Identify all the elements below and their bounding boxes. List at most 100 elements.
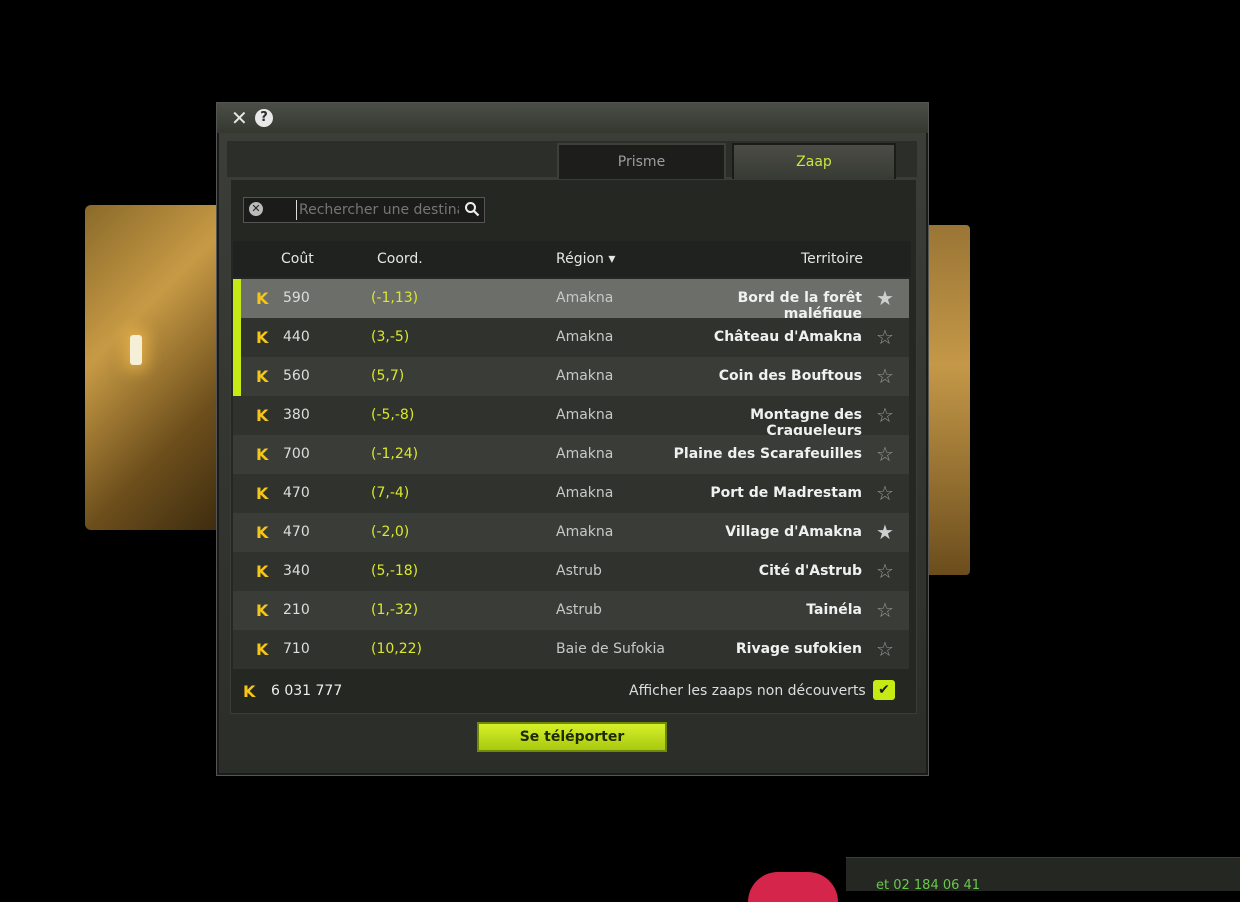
favorite-star-icon[interactable]: ☆ — [876, 639, 894, 659]
clear-search-icon[interactable]: ✕ — [249, 202, 263, 216]
favorite-star-icon[interactable]: ☆ — [876, 327, 894, 347]
region-cell: Astrub — [556, 563, 602, 579]
column-header-region[interactable]: Région ▾ — [556, 251, 615, 267]
favorite-star-icon[interactable]: ★ — [876, 288, 894, 308]
table-row[interactable]: K 210 (1,-32) Astrub Tainéla ☆ — [233, 591, 909, 630]
region-cell: Amakna — [556, 446, 614, 462]
cost-cell: 470 — [283, 485, 310, 501]
table-row[interactable]: K 710 (10,22) Baie de Sufokia Rivage sufokie… — [233, 630, 909, 669]
favorite-star-icon[interactable]: ☆ — [876, 444, 894, 464]
territory-cell: Coin des Bouftous — [718, 368, 862, 384]
coord-cell: (-1,13) — [371, 290, 419, 306]
cost-cell: 560 — [283, 368, 310, 384]
region-cell: Amakna — [556, 485, 614, 501]
background-building-left — [85, 205, 225, 530]
heart-icon — [748, 872, 838, 902]
region-cell: Amakna — [556, 329, 614, 345]
cost-cell: 470 — [283, 524, 310, 540]
row-marker — [233, 357, 241, 396]
region-cell: Baie de Sufokia — [556, 641, 665, 657]
favorite-star-icon[interactable]: ☆ — [876, 600, 894, 620]
close-icon[interactable]: ✕ — [231, 108, 248, 128]
cost-cell: 210 — [283, 602, 310, 618]
table-row[interactable]: K 700 (-1,24) Amakna Plaine des Scarafeuille… — [233, 435, 909, 474]
coord-cell: (-2,0) — [371, 524, 410, 540]
favorite-star-icon[interactable]: ☆ — [876, 405, 894, 425]
territory-cell: Tainéla — [806, 602, 862, 618]
zaap-window: ✕ ? Zaap Prisme ✕ Coût Coord. Région ▾ T… — [216, 102, 929, 776]
kamas-icon: K — [256, 367, 269, 386]
row-marker — [233, 318, 241, 357]
row-marker — [233, 279, 241, 318]
table-row[interactable]: K 470 (7,-4) Amakna Port de Madrestam ☆ — [233, 474, 909, 513]
search-box: ✕ — [243, 197, 485, 223]
search-icon[interactable] — [464, 201, 480, 217]
kamas-icon: K — [256, 406, 269, 425]
window-titlebar: ✕ ? — [217, 103, 928, 133]
favorite-star-icon[interactable]: ☆ — [876, 483, 894, 503]
cost-cell: 590 — [283, 290, 310, 306]
destination-list: K 590 (-1,13) Amakna Bord de la forêt maléfi… — [233, 279, 911, 671]
kamas-icon: K — [256, 601, 269, 620]
table-header: Coût Coord. Région ▾ Territoire — [233, 241, 911, 277]
table-row[interactable]: K 380 (-5,-8) Amakna Montagne des Craqueleur… — [233, 396, 909, 439]
column-header-territory[interactable]: Territoire — [801, 251, 863, 267]
region-cell: Amakna — [556, 368, 614, 384]
kamas-icon: K — [256, 484, 269, 503]
cost-cell: 710 — [283, 641, 310, 657]
territory-cell: Village d'Amakna — [725, 524, 862, 540]
kamas-icon: K — [256, 289, 269, 308]
kamas-icon: K — [256, 523, 269, 542]
coord-cell: (7,-4) — [371, 485, 410, 501]
coord-cell: (3,-5) — [371, 329, 410, 345]
region-cell: Amakna — [556, 290, 614, 306]
table-row[interactable]: K 590 (-1,13) Amakna Bord de la forêt maléfi… — [233, 279, 909, 322]
table-row[interactable]: K 560 (5,7) Amakna Coin des Bouftous ☆ — [233, 357, 909, 396]
territory-cell: Rivage sufokien — [735, 641, 862, 657]
search-input[interactable] — [296, 200, 461, 220]
tab-prisme[interactable]: Prisme — [557, 143, 726, 179]
territory-cell: Château d'Amakna — [713, 329, 862, 345]
coord-cell: (1,-32) — [371, 602, 419, 618]
favorite-star-icon[interactable]: ☆ — [876, 561, 894, 581]
coord-cell: (-5,-8) — [371, 407, 415, 423]
kamas-icon: K — [256, 562, 269, 581]
coord-cell: (-1,24) — [371, 446, 419, 462]
show-undiscovered-label: Afficher les zaaps non découverts — [629, 683, 866, 699]
favorite-star-icon[interactable]: ☆ — [876, 366, 894, 386]
territory-cell: Plaine des Scarafeuilles — [673, 446, 862, 462]
favorite-star-icon[interactable]: ★ — [876, 522, 894, 542]
cost-cell: 340 — [283, 563, 310, 579]
region-cell: Astrub — [556, 602, 602, 618]
coord-cell: (10,22) — [371, 641, 423, 657]
territory-cell: Port de Madrestam — [710, 485, 862, 501]
teleport-button[interactable]: Se téléporter — [477, 722, 667, 752]
coord-cell: (5,-18) — [371, 563, 419, 579]
region-cell: Amakna — [556, 407, 614, 423]
list-footer: K 6 031 777 Afficher les zaaps non décou… — [233, 675, 911, 709]
kamas-balance: 6 031 777 — [271, 683, 343, 699]
cost-cell: 440 — [283, 329, 310, 345]
table-row[interactable]: K 340 (5,-18) Astrub Cité d'Astrub ☆ — [233, 552, 909, 591]
coord-cell: (5,7) — [371, 368, 405, 384]
tab-zaap[interactable]: Zaap — [732, 143, 896, 179]
kamas-icon: K — [256, 328, 269, 347]
column-header-coord[interactable]: Coord. — [377, 251, 423, 267]
show-undiscovered-checkbox[interactable]: ✔ — [873, 680, 895, 700]
territory-cell: Cité d'Astrub — [758, 563, 862, 579]
help-icon[interactable]: ? — [255, 109, 273, 127]
kamas-icon: K — [256, 445, 269, 464]
column-header-cost[interactable]: Coût — [281, 251, 314, 267]
zaap-list-panel: ✕ Coût Coord. Région ▾ Territoire K 590 (-… — [230, 179, 917, 714]
cost-cell: 700 — [283, 446, 310, 462]
candle-decoration — [130, 335, 142, 365]
cost-cell: 380 — [283, 407, 310, 423]
table-row[interactable]: K 470 (-2,0) Amakna Village d'Amakna ★ — [233, 513, 909, 552]
kamas-icon: K — [256, 640, 269, 659]
kamas-icon: K — [243, 682, 256, 701]
table-row[interactable]: K 440 (3,-5) Amakna Château d'Amakna ☆ — [233, 318, 909, 357]
chat-message: et 02 184 06 41 — [876, 878, 981, 893]
background-building-right — [925, 225, 970, 575]
tabs-bar: Zaap Prisme — [227, 141, 917, 179]
region-cell: Amakna — [556, 524, 614, 540]
